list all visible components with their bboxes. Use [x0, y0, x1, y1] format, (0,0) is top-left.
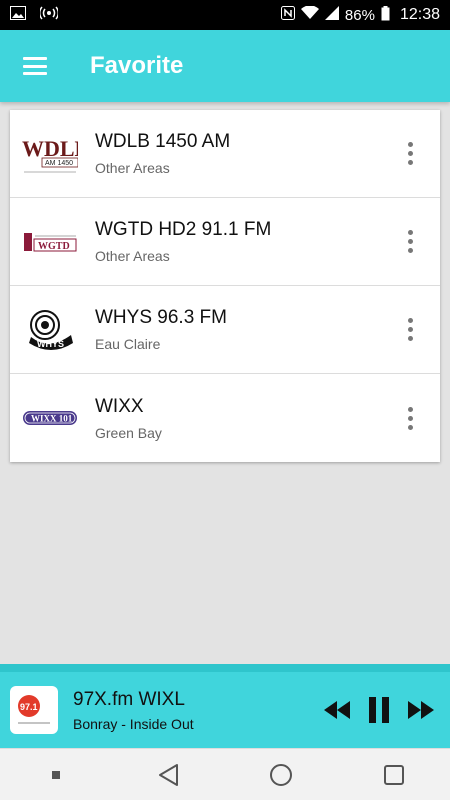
player-divider — [0, 664, 450, 672]
rewind-icon[interactable] — [320, 690, 354, 730]
hamburger-menu-icon[interactable] — [0, 30, 70, 102]
station-area: Green Bay — [95, 424, 162, 441]
svg-text:97.1 fm: 97.1 fm — [20, 702, 51, 712]
nfc-icon — [280, 6, 295, 24]
more-options-icon[interactable] — [390, 388, 430, 448]
svg-text:WGTD: WGTD — [38, 241, 70, 252]
wifi-icon — [300, 5, 319, 24]
battery-percent: 86% — [344, 6, 375, 24]
station-name: WHYS 96.3 FM — [95, 307, 227, 328]
wixx-logo: WIXX 101 — [22, 390, 78, 446]
app-bar: Favorite — [0, 30, 450, 102]
now-playing-bar[interactable]: 97.1 fm 97X.fm WIXL Bonray - Inside Out — [0, 672, 450, 748]
favorites-list: WDLB AM 1450 WDLB 1450 AM Other Areas WG… — [10, 110, 440, 462]
station-area: Eau Claire — [95, 336, 161, 352]
station-name: WIXX — [95, 395, 144, 417]
recents-icon[interactable] — [364, 749, 424, 800]
battery-icon — [381, 5, 390, 25]
home-icon[interactable] — [251, 749, 311, 800]
station-name: WGTD HD2 91.1 FM — [95, 219, 272, 240]
list-item[interactable]: WGTD WGTD HD2 91.1 FM Other Areas — [10, 198, 440, 286]
back-icon[interactable] — [139, 749, 199, 800]
wdlb-logo: WDLB AM 1450 — [22, 126, 78, 182]
svg-text:WHYS: WHYS — [37, 339, 64, 349]
station-area: Other Areas — [95, 160, 170, 176]
signal-icon — [324, 6, 339, 24]
more-options-icon[interactable] — [390, 124, 430, 184]
player-track-title: Bonray - Inside Out — [73, 715, 194, 732]
pause-icon[interactable] — [362, 690, 396, 730]
list-item[interactable]: WHYS WHYS 96.3 FM Eau Claire — [10, 286, 440, 374]
system-nav-bar — [0, 748, 450, 800]
wgtd-logo: WGTD — [22, 214, 78, 270]
whys-logo: WHYS — [22, 302, 78, 358]
player-station-logo: 97.1 fm — [10, 686, 58, 734]
player-station-name: 97X.fm WIXL — [73, 688, 185, 710]
more-options-icon[interactable] — [390, 300, 430, 360]
nav-dot-icon[interactable] — [26, 749, 86, 800]
fast-forward-icon[interactable] — [404, 690, 438, 730]
station-name: WDLB 1450 AM — [95, 131, 231, 152]
list-item[interactable]: WIXX 101 WIXX Green Bay — [10, 374, 440, 462]
status-bar: 86% 12:38 — [0, 0, 450, 30]
more-options-icon[interactable] — [390, 212, 430, 272]
station-area: Other Areas — [95, 248, 170, 264]
svg-text:AM 1450: AM 1450 — [45, 160, 73, 167]
page-title: Favorite — [90, 52, 184, 79]
image-icon — [10, 6, 26, 24]
clock: 12:38 — [399, 6, 440, 23]
list-item[interactable]: WDLB AM 1450 WDLB 1450 AM Other Areas — [10, 110, 440, 198]
svg-text:WIXX 101: WIXX 101 — [31, 414, 73, 424]
svg-text:WDLB: WDLB — [22, 136, 78, 161]
hotspot-icon — [38, 6, 60, 24]
